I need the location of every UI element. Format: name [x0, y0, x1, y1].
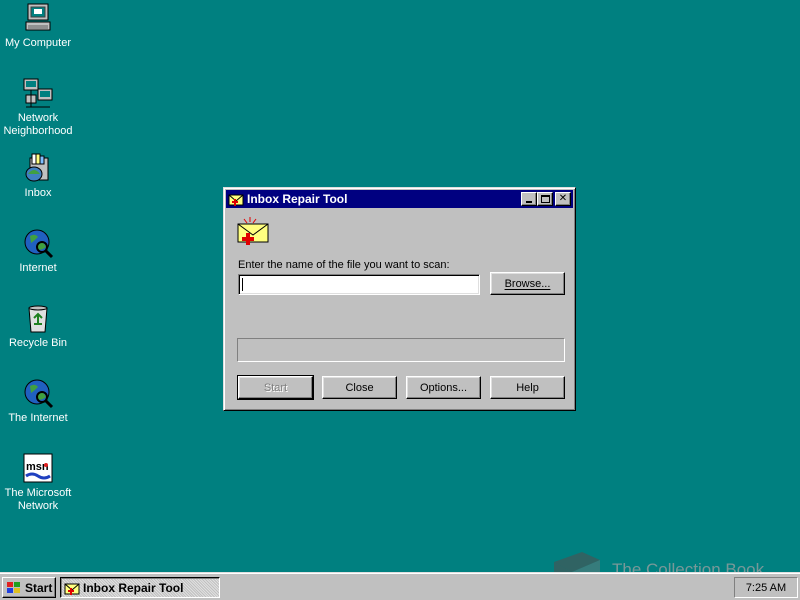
windows-logo-icon: [7, 581, 20, 593]
maximize-icon: [540, 195, 550, 203]
desktop-icon-inbox[interactable]: Inbox: [0, 152, 76, 200]
inbox-icon: [25, 153, 49, 182]
desktop-icon-network-neighborhood[interactable]: Network Neighborhood: [0, 77, 76, 138]
desktop-icon-label: The Internet: [8, 412, 68, 424]
help-button[interactable]: Help: [490, 376, 565, 399]
clock[interactable]: 7:25 AM: [746, 582, 786, 594]
window-titlebar[interactable]: Inbox Repair Tool ✕: [226, 190, 573, 208]
desktop-icon-internet[interactable]: Internet: [0, 227, 76, 275]
desktop-icon-recycle-bin[interactable]: Recycle Bin: [0, 302, 76, 350]
taskbar: Start Inbox Repair Tool 7:25 AM: [0, 572, 800, 600]
desktop-icon-my-computer[interactable]: My Computer: [0, 2, 76, 50]
close-button[interactable]: Close: [322, 376, 397, 399]
repair-tool-small-icon: [228, 194, 244, 206]
options-button[interactable]: Options...: [406, 376, 481, 399]
network-neighborhood-icon: [23, 78, 53, 108]
desktop-icon-msn[interactable]: msn The Microsoft Network: [0, 452, 76, 513]
desktop-icon-label: The Microsoft: [4, 487, 72, 499]
system-tray: 7:25 AM: [734, 577, 798, 598]
desktop-icon-label: Recycle Bin: [8, 337, 68, 349]
window-title: Inbox Repair Tool: [247, 192, 348, 206]
text-cursor: [242, 278, 243, 291]
my-computer-icon: [25, 3, 51, 31]
browse-button[interactable]: Browse...: [490, 272, 565, 295]
minimize-button[interactable]: [521, 192, 537, 206]
desktop-icon-label: My Computer: [4, 37, 72, 49]
desktop-icon-the-internet[interactable]: The Internet: [0, 377, 76, 425]
start-button[interactable]: Start: [2, 577, 56, 598]
repair-tool-icon: [237, 217, 269, 245]
file-prompt-label: Enter the name of the file you want to s…: [238, 259, 450, 271]
file-path-input[interactable]: [238, 274, 480, 295]
taskbar-item-inbox-repair-tool[interactable]: Inbox Repair Tool: [60, 577, 220, 598]
recycle-bin-icon: [28, 305, 48, 333]
desktop-icon-label: Inbox: [24, 187, 52, 199]
maximize-button[interactable]: [537, 192, 553, 206]
inbox-repair-tool-window: Inbox Repair Tool ✕ Enter the name of th…: [223, 187, 576, 411]
desktop-icon-label-line2: Neighborhood: [3, 125, 73, 137]
scan-progress-bar: [237, 338, 565, 362]
desktop-icon-label: Internet: [19, 262, 57, 274]
start-scan-button[interactable]: Start: [237, 375, 314, 400]
msn-icon: msn: [23, 453, 53, 483]
minimize-icon: [526, 201, 532, 203]
desktop-icon-label-line2: Network: [17, 500, 59, 512]
close-icon: ✕: [558, 193, 568, 204]
desktop-icon-label: Network: [17, 112, 59, 124]
close-window-button[interactable]: ✕: [555, 192, 571, 206]
repair-tool-small-icon: [64, 583, 80, 595]
the-internet-icon: [24, 379, 54, 409]
internet-icon: [24, 229, 54, 259]
svg-text:msn: msn: [26, 461, 49, 473]
